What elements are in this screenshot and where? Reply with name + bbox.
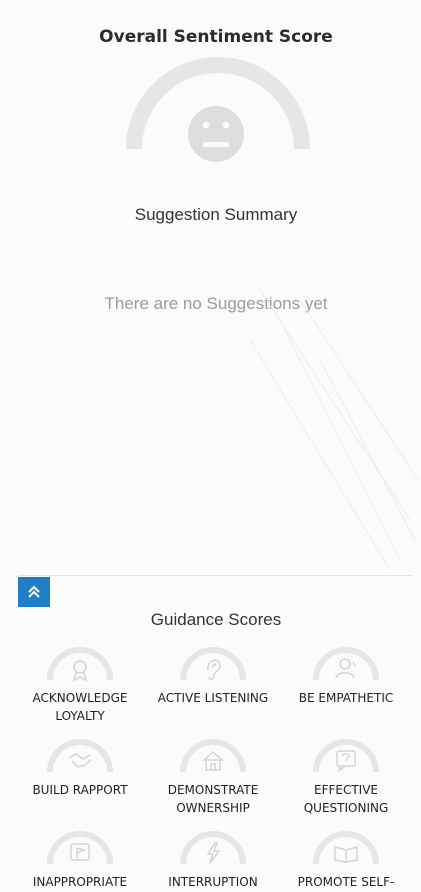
score-gauge [180,739,246,773]
suggestion-summary-title: Suggestion Summary [134,205,298,224]
watermark-lines [249,289,419,571]
score-gauge [313,831,379,865]
score-interruption[interactable]: INTERRUPTION [143,824,283,891]
score-active-listening[interactable]: ACTIVE LISTENING [143,640,283,707]
score-label: DEMONSTRATE OWNERSHIP [167,783,259,815]
handshake-icon [68,753,92,768]
score-effective-questioning[interactable]: EFFECTIVE QUESTIONING [276,732,416,817]
score-gauge [180,647,246,681]
score-label: BE EMPATHETIC [298,691,394,705]
flag-icon [70,843,90,861]
no-suggestions-message: There are no Suggestions yet [104,294,328,313]
score-label: EFFECTIVE QUESTIONING [303,783,389,815]
score-acknowledge-loyalty[interactable]: ACKNOWLEDGE LOYALTY [10,640,150,725]
ear-icon [207,659,221,680]
score-label: INAPPROPRIATE ACTION [32,875,128,889]
score-promote-self-service[interactable]: PROMOTE SELF-SERVICE [276,824,416,892]
sentiment-title: Overall Sentiment Score [99,27,333,47]
score-gauge [313,647,379,681]
double-chevron-up-icon [28,585,40,598]
score-label: INTERRUPTION [168,875,258,889]
score-label: PROMOTE SELF-SERVICE [297,875,395,889]
lightning-icon [206,842,221,864]
guidance-scores-grid: ACKNOWLEDGE LOYALTY ACTIVE LISTENING BE … [0,636,421,892]
score-be-empathetic[interactable]: BE EMPATHETIC [276,640,416,707]
score-gauge [47,739,113,773]
rosette-icon [72,660,88,682]
score-gauge [47,831,113,865]
guidance-scores-title: Guidance Scores [150,610,282,629]
score-demonstrate-ownership[interactable]: DEMONSTRATE OWNERSHIP [143,732,283,817]
collapse-button[interactable] [18,577,50,607]
sentiment-gauge [126,57,310,162]
question-bubble-icon [336,750,356,772]
score-label: BUILD RAPPORT [32,783,128,797]
person-icon [335,658,356,679]
score-label: ACTIVE LISTENING [157,691,269,705]
score-inappropriate-action[interactable]: INAPPROPRIATE ACTION [10,824,150,892]
score-label: ACKNOWLEDGE LOYALTY [32,691,128,723]
score-gauge [47,647,113,682]
book-icon [334,846,358,863]
divider [18,575,413,576]
score-build-rapport[interactable]: BUILD RAPPORT [10,732,150,799]
home-icon [202,750,224,771]
score-gauge [313,739,379,773]
score-gauge [180,831,246,865]
neutral-face-icon [188,106,244,162]
